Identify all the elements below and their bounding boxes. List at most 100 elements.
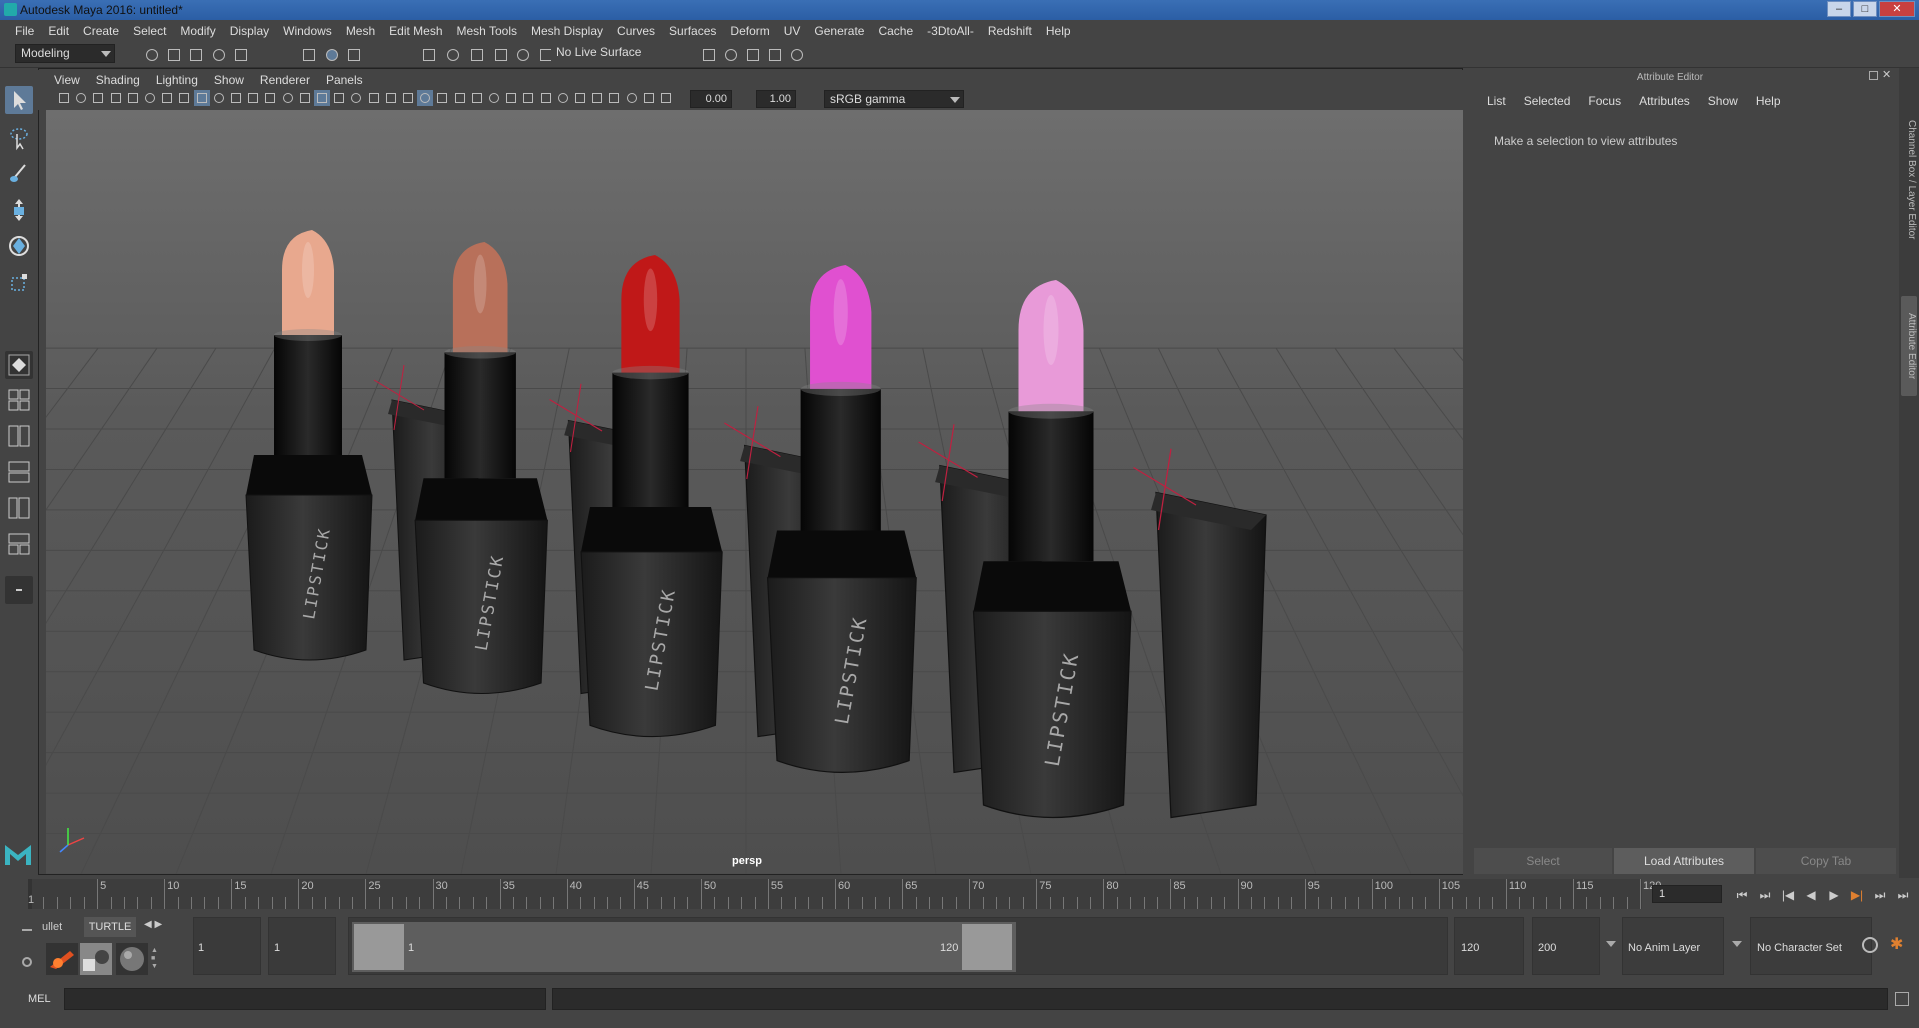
step-forward-key-icon[interactable]: ⏭	[1870, 886, 1890, 904]
anim-layer-arrow-icon[interactable]	[1732, 941, 1742, 947]
viewport-tool-29-icon[interactable]	[538, 90, 554, 106]
menu-help[interactable]: Help	[1039, 20, 1078, 42]
viewport-tool-23-icon[interactable]	[434, 90, 450, 106]
viewport-tool-14-icon[interactable]	[280, 90, 296, 106]
viewport-tool-11-icon[interactable]	[228, 90, 244, 106]
viewport-tool-18-icon[interactable]	[348, 90, 364, 106]
viewport-tool-20-icon[interactable]	[383, 90, 399, 106]
command-input[interactable]	[64, 988, 546, 1010]
animation-start-field[interactable]: 1	[198, 942, 204, 954]
attr-menu-help[interactable]: Help	[1747, 94, 1790, 108]
close-panel-icon[interactable]: ✕	[1882, 70, 1891, 81]
3d-scene[interactable]: LIPSTICK LIPSTICK LIPSTICK LIPSTICK LIPSTICK	[0, 110, 1919, 875]
viewport-tool-25-icon[interactable]	[469, 90, 485, 106]
step-back-frame-icon[interactable]: |◀	[1778, 886, 1798, 904]
viewport-tool-15-icon[interactable]	[297, 90, 313, 106]
status-tool-10-icon[interactable]	[444, 46, 462, 64]
attr-menu-list[interactable]: List	[1478, 94, 1515, 108]
status-tool-2-icon[interactable]	[165, 46, 183, 64]
status-tool-18-icon[interactable]	[766, 46, 784, 64]
menu-file[interactable]: File	[8, 20, 41, 42]
select-button[interactable]: Select	[1474, 848, 1612, 874]
paint-select-tool-button[interactable]	[5, 160, 33, 188]
status-tool-1-icon[interactable]	[143, 46, 161, 64]
menu-set-dropdown[interactable]: Modeling	[15, 44, 115, 63]
viewport-tool-7-icon[interactable]	[159, 90, 175, 106]
viewport-tool-10-icon[interactable]	[211, 90, 227, 106]
viewport-tool-4-icon[interactable]	[108, 90, 124, 106]
go-to-end-icon[interactable]: ⏭	[1893, 886, 1913, 904]
playback-start-field[interactable]: 1	[274, 942, 280, 954]
viewport-menu-show[interactable]: Show	[206, 73, 252, 87]
status-tool-6-icon[interactable]	[300, 46, 318, 64]
viewport-tool-16-icon[interactable]	[314, 90, 330, 106]
menu-mesh[interactable]: Mesh	[339, 20, 382, 42]
viewport-tool-5-icon[interactable]	[125, 90, 141, 106]
go-to-start-icon[interactable]: ⏮	[1732, 886, 1752, 904]
side-by-side-layout-button[interactable]	[5, 422, 33, 450]
maximize-button[interactable]: □	[1853, 1, 1877, 17]
script-editor-icon[interactable]	[1895, 992, 1909, 1006]
lasso-tool-button[interactable]	[5, 124, 33, 152]
four-pane-layout-button[interactable]	[5, 386, 33, 414]
viewport-tool-27-icon[interactable]	[503, 90, 519, 106]
end-dropdown-arrow-icon[interactable]	[1606, 941, 1616, 947]
step-forward-frame-icon[interactable]: ▶|	[1847, 886, 1867, 904]
menu-mesh-tools[interactable]: Mesh Tools	[450, 20, 524, 42]
exposure-field[interactable]: 0.00	[690, 90, 732, 108]
viewport-tool-28-icon[interactable]	[520, 90, 536, 106]
menu-edit[interactable]: Edit	[41, 20, 76, 42]
viewport-tool-30-icon[interactable]	[555, 90, 571, 106]
viewport-menu-renderer[interactable]: Renderer	[252, 73, 318, 87]
viewport-tool-13-icon[interactable]	[262, 90, 278, 106]
shelf-scene-icon[interactable]	[80, 943, 112, 975]
viewport-tool-33-icon[interactable]	[606, 90, 622, 106]
range-slider-bar[interactable]	[352, 922, 1016, 972]
single-pane-layout-button[interactable]	[5, 351, 33, 379]
live-surface-field[interactable]: No Live Surface	[551, 44, 651, 63]
shelf-menu-icon[interactable]	[22, 929, 32, 931]
attr-menu-attributes[interactable]: Attributes	[1630, 94, 1699, 108]
viewport-tool-19-icon[interactable]	[366, 90, 382, 106]
menu-curves[interactable]: Curves	[610, 20, 662, 42]
attr-menu-selected[interactable]: Selected	[1515, 94, 1580, 108]
move-tool-button[interactable]	[5, 196, 33, 224]
menu-mesh-display[interactable]: Mesh Display	[524, 20, 610, 42]
color-space-dropdown[interactable]: sRGB gamma	[824, 90, 964, 108]
rotate-tool-button[interactable]	[5, 232, 33, 260]
step-back-key-icon[interactable]: ⏭	[1755, 886, 1775, 904]
menu-generate[interactable]: Generate	[807, 20, 871, 42]
hypershade-layout-button[interactable]	[5, 530, 33, 558]
time-slider[interactable]: 1 5 10 15 20 25 30 35 40 45 50 55 60 65 70 75 80 85 90 95 1…	[28, 879, 1661, 909]
viewport-tool-6-icon[interactable]	[142, 90, 158, 106]
viewport-tool-26-icon[interactable]	[486, 90, 502, 106]
scale-tool-button[interactable]	[5, 268, 33, 296]
viewport-tool-17-icon[interactable]	[331, 90, 347, 106]
shelf-scroll-arrows[interactable]: ◀ ▶	[144, 919, 162, 930]
range-start-handle[interactable]	[354, 924, 404, 970]
menu-windows[interactable]: Windows	[276, 20, 339, 42]
menu-modify[interactable]: Modify	[173, 20, 222, 42]
attribute-editor-tab[interactable]: Attribute Editor	[1901, 296, 1917, 396]
viewport-menu-view[interactable]: View	[46, 73, 88, 87]
float-panel-icon[interactable]	[1869, 71, 1878, 80]
character-set-dropdown[interactable]: No Character Set	[1757, 942, 1842, 954]
copy-tab-button[interactable]: Copy Tab	[1756, 848, 1896, 874]
status-tool-12-icon[interactable]	[492, 46, 510, 64]
shelf-settings-icon[interactable]	[22, 957, 32, 967]
status-tool-17-icon[interactable]	[744, 46, 762, 64]
range-end-handle[interactable]	[962, 924, 1012, 970]
attr-menu-focus[interactable]: Focus	[1579, 94, 1630, 108]
status-tool-11-icon[interactable]	[468, 46, 486, 64]
menu-edit-mesh[interactable]: Edit Mesh	[382, 20, 449, 42]
shelf-tab-turtle[interactable]: TURTLE	[84, 917, 136, 937]
status-tool-7-icon[interactable]	[323, 46, 341, 64]
status-tool-9-icon[interactable]	[420, 46, 438, 64]
viewport-menu-lighting[interactable]: Lighting	[148, 73, 206, 87]
viewport-tool-31-icon[interactable]	[572, 90, 588, 106]
shelf-sphere-icon[interactable]	[116, 943, 148, 975]
persp-graph-layout-button[interactable]	[5, 458, 33, 486]
lipstick-5[interactable]: LIPSTICK	[972, 280, 1267, 819]
gamma-field[interactable]: 1.00	[756, 90, 796, 108]
shelf-scroll-icon[interactable]: ▲ ■ ▼	[151, 947, 159, 973]
